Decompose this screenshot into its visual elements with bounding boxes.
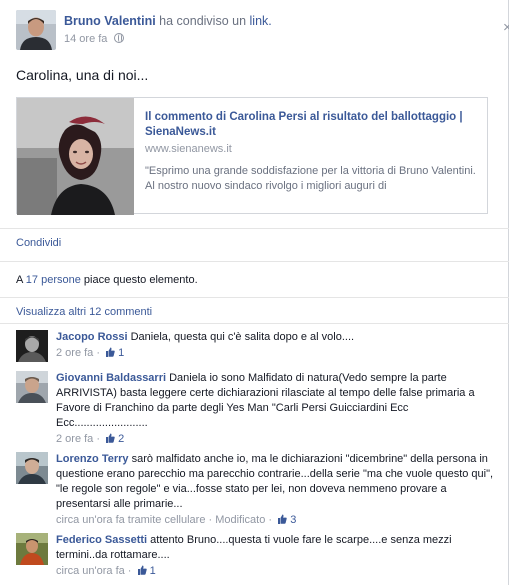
comment-meta: circa un'ora fa tramite cellulare · Modi…	[56, 513, 496, 528]
globe-icon[interactable]	[114, 33, 125, 43]
likes-summary: A 17 persone piace questo elemento.	[16, 274, 198, 286]
divider	[0, 228, 509, 229]
post-container: Bruno Valentini ha condiviso un link. 14…	[0, 0, 509, 585]
comment-timestamp[interactable]: circa un'ora fa	[56, 565, 125, 577]
comment-like-count[interactable]: 1	[150, 565, 156, 577]
comment-meta: circa un'ora fa · 1	[56, 565, 156, 577]
link-preview-card[interactable]: Il commento di Carolina Persi al risulta…	[16, 97, 488, 215]
divider	[0, 297, 509, 298]
shared-link-link[interactable]: link.	[250, 14, 272, 28]
comment-body: Giovanni Baldassarri Daniela io sono Mal…	[56, 371, 496, 447]
thumbs-up-icon[interactable]	[105, 433, 115, 443]
commenter-avatar[interactable]	[16, 371, 48, 403]
comment-meta: 2 ore fa · 1	[56, 347, 125, 359]
link-preview-domain: www.sienanews.it	[145, 143, 232, 155]
divider	[0, 261, 509, 262]
divider	[0, 323, 509, 324]
author-name-link[interactable]: Bruno Valentini	[64, 14, 156, 28]
likes-count-link[interactable]: 17 persone	[26, 274, 81, 286]
post-message: Carolina, una di noi...	[16, 67, 149, 83]
link-preview-image[interactable]	[17, 98, 134, 215]
comment-author[interactable]: Giovanni Baldassarri	[56, 372, 166, 384]
link-preview-title[interactable]: Il commento di Carolina Persi al risulta…	[145, 110, 481, 140]
share-link[interactable]: Condividi	[16, 237, 61, 249]
comment-body: Federico Sassetti attento Bruno....quest…	[56, 533, 496, 579]
comment-timestamp[interactable]: 2 ore fa	[56, 433, 93, 445]
likes-prefix: A	[16, 274, 23, 286]
comment-timestamp[interactable]: circa un'ora fa tramite cellulare · Modi…	[56, 514, 272, 526]
commenter-avatar[interactable]	[16, 452, 48, 484]
view-more-comments: Visualizza altri 12 commenti	[16, 306, 152, 318]
link-preview-description: "Esprimo una grande soddisfazione per la…	[145, 165, 476, 192]
comment-body: Jacopo Rossi Daniela, questa qui c'è sal…	[56, 330, 496, 361]
comment-text: Daniela, questa qui c'è salita dopo e al…	[130, 331, 355, 343]
thumbs-up-icon[interactable]	[105, 347, 115, 357]
view-more-comments-link[interactable]: Visualizza altri 12 commenti	[16, 306, 152, 318]
likes-suffix: piace questo elemento.	[83, 274, 198, 286]
comment-like-count[interactable]: 1	[118, 347, 124, 359]
link-preview-body: Il commento di Carolina Persi al risulta…	[145, 110, 481, 194]
thumbs-up-icon[interactable]	[277, 514, 287, 524]
comment-author[interactable]: Jacopo Rossi	[56, 331, 128, 343]
share-action: Condividi	[16, 237, 61, 249]
author-avatar[interactable]	[16, 10, 56, 50]
story-action-text: ha condiviso un	[159, 14, 247, 28]
post-timestamp[interactable]: 14 ore fa	[64, 33, 107, 45]
comment-body: Lorenzo Terry sarò malfidato anche io, m…	[56, 452, 496, 528]
comment-author[interactable]: Lorenzo Terry	[56, 453, 129, 465]
commenter-avatar[interactable]	[16, 533, 48, 565]
thumbs-up-icon[interactable]	[137, 565, 147, 575]
post-header: Bruno Valentini ha condiviso un link. 14…	[16, 10, 509, 50]
commenter-avatar[interactable]	[16, 330, 48, 362]
comment-like-count[interactable]: 2	[118, 433, 124, 445]
comment-like-count[interactable]: 3	[290, 514, 296, 526]
post-meta: 14 ore fa	[64, 33, 125, 45]
comment-author[interactable]: Federico Sassetti	[56, 534, 147, 546]
comment-meta: 2 ore fa · 2	[56, 433, 125, 445]
comment-timestamp[interactable]: 2 ore fa	[56, 347, 93, 359]
close-icon[interactable]: ×	[503, 19, 509, 36]
story-headline: Bruno Valentini ha condiviso un link.	[64, 14, 272, 28]
